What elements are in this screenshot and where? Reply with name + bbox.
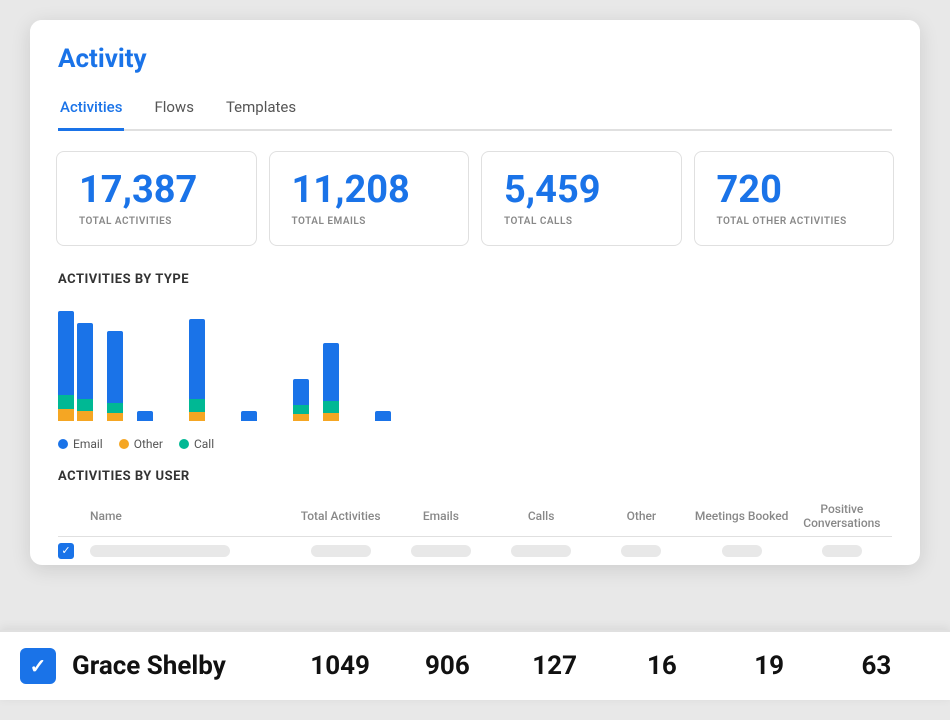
bar-email-4 bbox=[189, 319, 205, 421]
stat-card-activities: 17,387 TOTAL ACTIVITIES bbox=[56, 151, 257, 246]
legend-label-email: Email bbox=[73, 437, 103, 451]
stat-label-other: TOTAL OTHER ACTIVITIES bbox=[717, 216, 872, 227]
bar-email-8 bbox=[375, 411, 391, 421]
header: Activity Activities Flows Templates bbox=[30, 20, 920, 131]
bar-group-6 bbox=[293, 379, 309, 421]
featured-user-name: Grace Shelby bbox=[72, 651, 287, 681]
bar-group-4 bbox=[189, 319, 205, 421]
bar-email-1 bbox=[58, 311, 74, 421]
legend-dot-email bbox=[58, 439, 68, 449]
featured-user-row: ✓ Grace Shelby 1049 906 127 16 19 63 bbox=[0, 630, 950, 700]
legend-email: Email bbox=[58, 437, 103, 451]
stat-card-emails: 11,208 TOTAL EMAILS bbox=[269, 151, 470, 246]
col-header-meetings: Meetings Booked bbox=[692, 509, 792, 523]
stat-card-calls: 5,459 TOTAL CALLS bbox=[481, 151, 682, 246]
featured-meetings: 19 bbox=[716, 651, 823, 681]
featured-other: 16 bbox=[608, 651, 715, 681]
tab-bar: Activities Flows Templates bbox=[58, 90, 892, 131]
bar-email-5 bbox=[241, 411, 257, 421]
table-header: Name Total Activities Emails Calls Other… bbox=[58, 496, 892, 537]
skeleton-emails-1 bbox=[411, 545, 471, 557]
col-header-calls: Calls bbox=[491, 509, 591, 523]
tab-flows[interactable]: Flows bbox=[152, 90, 196, 131]
legend-other: Other bbox=[119, 437, 163, 451]
legend-dot-call bbox=[179, 439, 189, 449]
stat-label-calls: TOTAL CALLS bbox=[504, 216, 659, 227]
col-header-name: Name bbox=[90, 509, 291, 523]
legend-label-call: Call bbox=[194, 437, 214, 451]
checkbox-checked-1[interactable]: ✓ bbox=[58, 543, 74, 559]
row-checkbox-1[interactable]: ✓ bbox=[58, 543, 82, 559]
table-section: ACTIVITIES BY USER Name Total Activities… bbox=[30, 463, 920, 565]
col-header-other: Other bbox=[591, 509, 691, 523]
bar-group-1 bbox=[58, 311, 93, 421]
skeleton-total-1 bbox=[311, 545, 371, 557]
chart-section: ACTIVITIES BY TYPE bbox=[30, 262, 920, 463]
stat-label-activities: TOTAL ACTIVITIES bbox=[79, 216, 234, 227]
legend-dot-other bbox=[119, 439, 129, 449]
col-header-total: Total Activities bbox=[291, 509, 391, 523]
featured-positive-conversations: 63 bbox=[823, 651, 930, 681]
featured-checkbox[interactable]: ✓ bbox=[20, 648, 56, 684]
stat-card-other: 720 TOTAL OTHER ACTIVITIES bbox=[694, 151, 895, 246]
stat-label-emails: TOTAL EMAILS bbox=[292, 216, 447, 227]
skeleton-positive-1 bbox=[822, 545, 862, 557]
tab-activities[interactable]: Activities bbox=[58, 90, 124, 131]
bar-email-7 bbox=[323, 343, 339, 421]
legend-label-other: Other bbox=[134, 437, 163, 451]
bar-group-3 bbox=[137, 411, 153, 421]
bar-group-5 bbox=[241, 411, 257, 421]
skeleton-name-1 bbox=[90, 545, 230, 557]
page-title: Activity bbox=[58, 44, 892, 74]
bar-email-1b bbox=[77, 323, 93, 421]
stat-number-activities: 17,387 bbox=[79, 170, 234, 212]
bar-group-7 bbox=[323, 343, 339, 421]
bar-chart bbox=[58, 299, 892, 429]
bar-group-8 bbox=[375, 411, 391, 421]
tab-templates[interactable]: Templates bbox=[224, 90, 298, 131]
stat-number-calls: 5,459 bbox=[504, 170, 659, 212]
col-header-emails: Emails bbox=[391, 509, 491, 523]
chart-legend: Email Other Call bbox=[58, 437, 892, 455]
stats-row: 17,387 TOTAL ACTIVITIES 11,208 TOTAL EMA… bbox=[30, 131, 920, 262]
legend-call: Call bbox=[179, 437, 214, 451]
skeleton-meetings-1 bbox=[722, 545, 762, 557]
bar-email-3 bbox=[137, 411, 153, 421]
bar-group-2 bbox=[107, 331, 123, 421]
col-header-positive: Positive Conversations bbox=[792, 502, 892, 530]
table-row-skeleton-1: ✓ bbox=[58, 537, 892, 565]
table-title: ACTIVITIES BY USER bbox=[58, 469, 892, 484]
bar-email-2 bbox=[107, 331, 123, 421]
bar-email-6 bbox=[293, 379, 309, 421]
featured-total-activities: 1049 bbox=[287, 651, 394, 681]
stat-number-emails: 11,208 bbox=[292, 170, 447, 212]
chart-title: ACTIVITIES BY TYPE bbox=[58, 272, 892, 287]
featured-emails: 906 bbox=[394, 651, 501, 681]
skeleton-calls-1 bbox=[511, 545, 571, 557]
stat-number-other: 720 bbox=[717, 170, 872, 212]
skeleton-other-1 bbox=[621, 545, 661, 557]
featured-calls: 127 bbox=[501, 651, 608, 681]
